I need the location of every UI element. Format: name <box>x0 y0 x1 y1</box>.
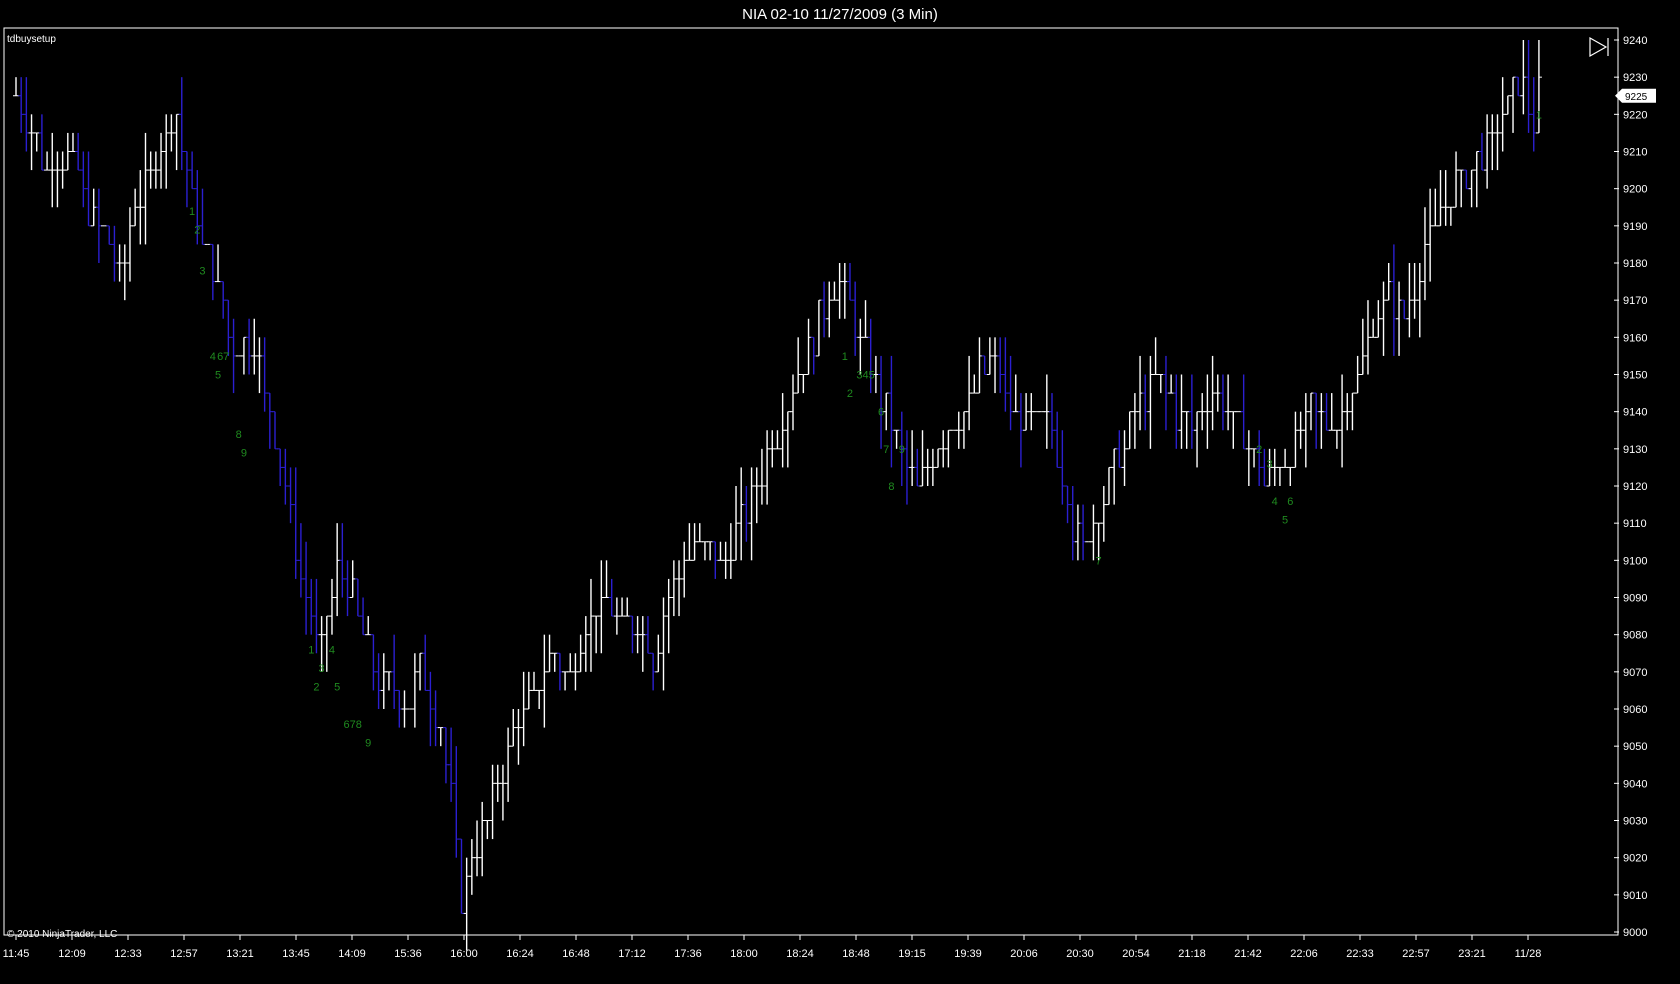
time-tick-label: 16:24 <box>506 948 534 960</box>
price-tick-label: 9070 <box>1623 667 1647 679</box>
setup-count-label: 4 <box>210 351 216 363</box>
setup-count-label: 6 <box>1287 496 1293 508</box>
time-tick-label: 20:06 <box>1010 948 1038 960</box>
price-tick-label: 9180 <box>1623 258 1647 270</box>
price-tick-label: 9000 <box>1623 927 1647 939</box>
setup-count-label: 2 <box>194 225 200 237</box>
time-tick-label: 22:57 <box>1402 948 1430 960</box>
price-tick-label: 9040 <box>1623 778 1647 790</box>
time-tick-label: 18:00 <box>730 948 758 960</box>
time-tick-label: 20:54 <box>1122 948 1150 960</box>
time-tick-label: 12:09 <box>58 948 86 960</box>
setup-count-label: 2 <box>847 388 853 400</box>
chart-title: NIA 02-10 11/27/2009 (3 Min) <box>742 6 938 23</box>
price-tick-label: 9190 <box>1623 221 1647 233</box>
time-tick-label: 17:36 <box>674 948 702 960</box>
last-price-marker: 9225 <box>1615 88 1656 103</box>
time-tick-label: 22:06 <box>1290 948 1318 960</box>
setup-count-label: 9 <box>899 444 905 456</box>
setup-count-label: 9 <box>365 737 371 749</box>
price-chart[interactable]: NIA 02-10 11/27/2009 (3 Min) tdbuysetup … <box>0 0 1680 984</box>
time-tick-label: 15:36 <box>394 948 422 960</box>
setup-count-label: 3 <box>1266 459 1272 471</box>
time-tick-label: 16:48 <box>562 948 590 960</box>
price-tick-label: 9050 <box>1623 741 1647 753</box>
time-tick-label: 19:15 <box>898 948 926 960</box>
copyright-text: © 2010 NinjaTrader, LLC <box>7 929 117 940</box>
time-tick-label: 14:09 <box>338 948 366 960</box>
time-tick-label: 21:18 <box>1178 948 1206 960</box>
setup-count-label: 67 <box>217 351 229 363</box>
setup-count-label: 1 <box>308 645 314 657</box>
time-tick-label: 12:57 <box>170 948 198 960</box>
setup-count-label: 2 <box>1256 444 1262 456</box>
setup-count-label: 4 <box>1272 496 1278 508</box>
time-tick-label: 20:30 <box>1066 948 1094 960</box>
setup-count-label: 1 <box>189 206 195 218</box>
price-tick-label: 9030 <box>1623 816 1647 828</box>
price-tick-label: 9060 <box>1623 704 1647 716</box>
time-tick-label: 18:24 <box>786 948 814 960</box>
price-tick-label: 9090 <box>1623 593 1647 605</box>
setup-count-label: 7 <box>1096 555 1102 567</box>
setup-count-label: 6 <box>878 407 884 419</box>
time-tick-label: 18:48 <box>842 948 870 960</box>
price-tick-label: 9160 <box>1623 332 1647 344</box>
time-tick-label: 19:39 <box>954 948 982 960</box>
time-tick-label: 17:12 <box>618 948 646 960</box>
setup-count-label: 3 <box>319 663 325 675</box>
setup-count-label: 5 <box>334 682 340 694</box>
price-tick-label: 9010 <box>1623 890 1647 902</box>
time-tick-label: 23:21 <box>1458 948 1486 960</box>
last-price-label: 9225 <box>1625 92 1648 103</box>
time-tick-label: 11/28 <box>1515 948 1542 960</box>
setup-count-label: 1 <box>1536 109 1542 121</box>
setup-count-label: 1 <box>842 351 848 363</box>
price-tick-label: 9140 <box>1623 407 1647 419</box>
price-tick-label: 9020 <box>1623 853 1647 865</box>
price-tick-label: 9130 <box>1623 444 1647 456</box>
chart-background <box>0 0 1680 984</box>
price-tick-label: 9230 <box>1623 72 1647 84</box>
price-tick-label: 9100 <box>1623 555 1647 567</box>
setup-count-label: 3 <box>199 265 205 277</box>
time-tick-label: 11:45 <box>3 948 30 960</box>
setup-count-label: 678 <box>344 719 362 731</box>
time-tick-label: 16:00 <box>450 948 478 960</box>
price-tick-label: 9120 <box>1623 481 1647 493</box>
time-tick-label: 22:33 <box>1346 948 1374 960</box>
setup-count-label: 5 <box>215 370 221 382</box>
time-tick-label: 13:21 <box>226 948 254 960</box>
price-tick-label: 9150 <box>1623 370 1647 382</box>
time-tick-label: 21:42 <box>1234 948 1262 960</box>
setup-count-label: 7 <box>883 444 889 456</box>
setup-count-label: 9 <box>241 448 247 460</box>
time-tick-label: 13:45 <box>282 948 310 960</box>
price-tick-label: 9220 <box>1623 109 1647 121</box>
setup-count-label: 4 <box>329 645 335 657</box>
setup-count-label: 8 <box>236 429 242 441</box>
setup-count-label: 5 <box>1282 514 1288 526</box>
indicator-label: tdbuysetup <box>7 34 56 45</box>
price-tick-label: 9200 <box>1623 184 1647 196</box>
setup-count-label: 345 <box>856 370 874 382</box>
time-tick-label: 12:33 <box>114 948 142 960</box>
price-tick-label: 9210 <box>1623 147 1647 159</box>
price-tick-label: 9110 <box>1623 518 1647 530</box>
setup-count-label: 8 <box>888 481 894 493</box>
setup-count-label: 2 <box>313 682 319 694</box>
price-tick-label: 9240 <box>1623 35 1647 47</box>
price-tick-label: 9170 <box>1623 295 1647 307</box>
price-tick-label: 9080 <box>1623 630 1647 642</box>
